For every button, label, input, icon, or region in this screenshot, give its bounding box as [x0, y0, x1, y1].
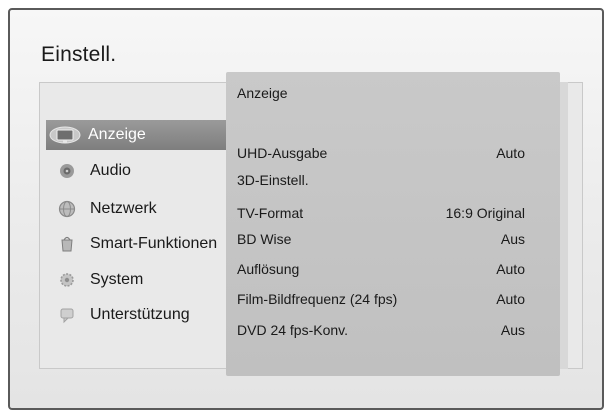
setting-row-bd-wise[interactable]: BD Wise Aus — [237, 228, 525, 250]
sidebar-item-label: Unterstützung — [90, 306, 190, 323]
sidebar-item-smart-funktionen[interactable]: Smart-Funktionen — [46, 229, 226, 259]
panel-title: Anzeige — [237, 85, 288, 101]
setting-label: BD Wise — [237, 231, 292, 247]
setting-row-tv-format[interactable]: TV-Format 16:9 Original — [237, 202, 525, 224]
setting-value: 16:9 Original — [445, 205, 525, 221]
setting-row-aufloesung[interactable]: Auflösung Auto — [237, 258, 525, 280]
setting-label: Auflösung — [237, 261, 300, 277]
sidebar-item-system[interactable]: System — [46, 265, 226, 295]
anzeige-settings-panel: Anzeige UHD-Ausgabe Auto 3D-Einstell. TV… — [226, 72, 560, 376]
sidebar-item-label: Smart-Funktionen — [90, 235, 218, 252]
smart-hub-icon — [56, 233, 78, 255]
setting-label: 3D-Einstell. — [237, 172, 309, 188]
panel-right-edge — [560, 82, 568, 369]
sidebar-item-unterstuetzung[interactable]: Unterstützung — [46, 300, 226, 330]
setting-row-dvd-24fps-konv[interactable]: DVD 24 fps-Konv. Aus — [237, 319, 525, 341]
setting-value: Auto — [496, 261, 525, 277]
speaker-icon — [56, 160, 78, 182]
globe-icon — [56, 198, 78, 220]
sidebar-item-anzeige[interactable]: Anzeige — [46, 120, 226, 150]
display-icon — [48, 124, 82, 146]
setting-label: TV-Format — [237, 205, 304, 221]
setting-row-film-bildfrequenz[interactable]: Film-Bildfrequenz (24 fps) Auto — [237, 288, 525, 310]
sidebar-item-label: System — [90, 271, 144, 288]
sidebar-item-netzwerk[interactable]: Netzwerk — [46, 194, 226, 224]
sidebar-item-label: Netzwerk — [90, 200, 157, 217]
support-icon — [56, 304, 78, 326]
sidebar-item-label: Anzeige — [88, 126, 146, 143]
setting-value: Aus — [500, 322, 525, 338]
gear-icon — [56, 269, 78, 291]
sidebar-item-label: Audio — [90, 162, 131, 179]
setting-label: DVD 24 fps-Konv. — [237, 322, 349, 338]
setting-row-3d-einstell[interactable]: 3D-Einstell. — [237, 169, 525, 191]
window-title: Einstell. — [41, 43, 117, 66]
setting-value: Auto — [496, 291, 525, 307]
setting-value: Aus — [500, 231, 525, 247]
settings-screen: Einstell. Anzeige Audio Netzwerk Smart-F… — [8, 8, 604, 410]
setting-row-uhd-ausgabe[interactable]: UHD-Ausgabe Auto — [237, 142, 525, 164]
setting-label: Film-Bildfrequenz (24 fps) — [237, 291, 398, 307]
setting-label: UHD-Ausgabe — [237, 145, 328, 161]
setting-value: Auto — [496, 145, 525, 161]
sidebar-item-audio[interactable]: Audio — [46, 156, 226, 186]
